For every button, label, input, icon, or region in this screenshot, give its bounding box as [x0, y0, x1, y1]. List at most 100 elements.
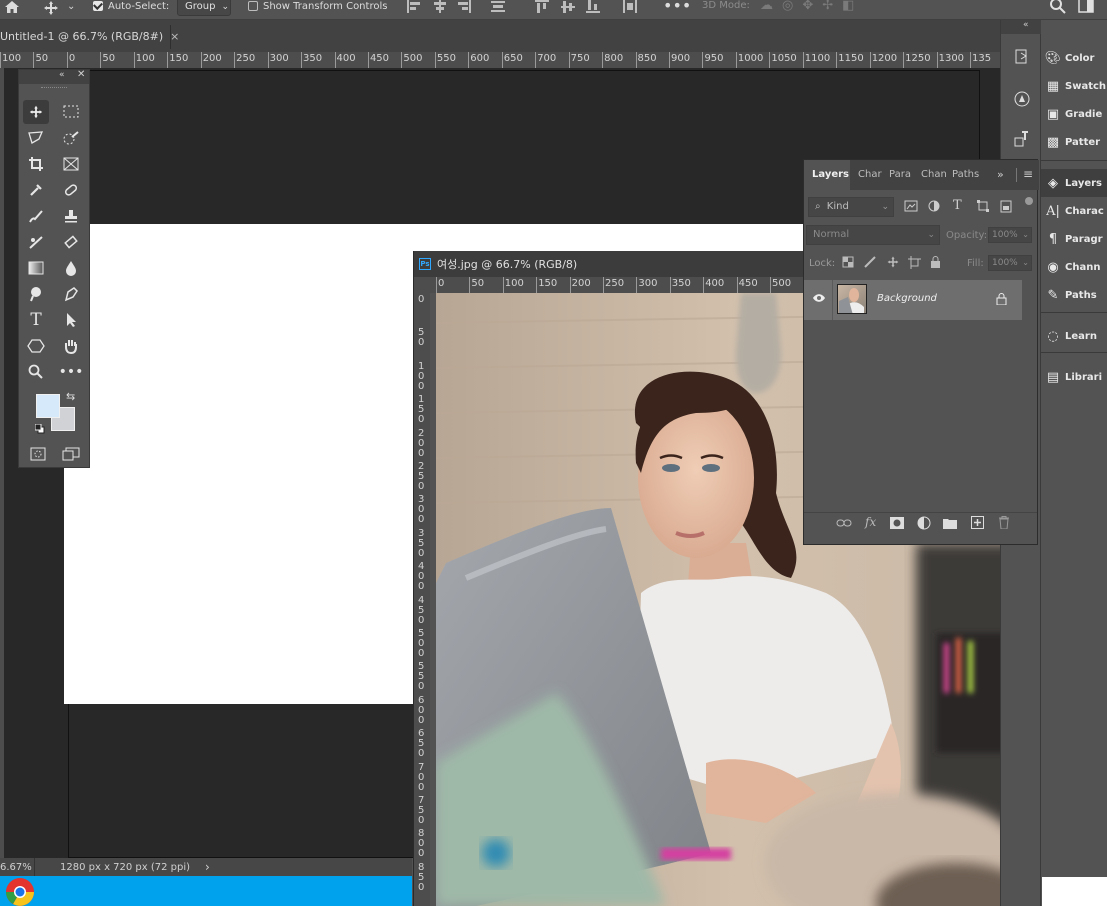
- dock-item-libraries[interactable]: ▤ Librari: [1041, 363, 1107, 391]
- lock-position-icon[interactable]: [886, 255, 900, 272]
- grip-handle[interactable]: [41, 87, 67, 89]
- align-right-icon[interactable]: [456, 0, 472, 17]
- align-middle-icon[interactable]: [561, 0, 577, 17]
- tab-paragraph[interactable]: Para: [889, 160, 917, 190]
- blur-tool-icon[interactable]: [58, 256, 84, 280]
- more-options-icon[interactable]: •••: [663, 0, 691, 15]
- dock-item-learn[interactable]: ◌ Learn: [1041, 322, 1107, 350]
- filter-kind-select[interactable]: ⌕ Kind ⌄: [808, 197, 894, 217]
- tab-paths[interactable]: Paths: [952, 160, 982, 190]
- collapse-icon[interactable]: «: [59, 70, 65, 80]
- align-left-icon[interactable]: [406, 0, 422, 17]
- hand-tool-icon[interactable]: [58, 334, 84, 358]
- shape-tool-icon[interactable]: [23, 334, 49, 358]
- adjustment-layer-icon[interactable]: [917, 516, 931, 533]
- filter-smart-object-icon[interactable]: [1000, 200, 1012, 216]
- frame-tool-icon[interactable]: [58, 152, 84, 176]
- tab-layers[interactable]: Layers: [804, 160, 850, 190]
- new-layer-icon[interactable]: [971, 516, 984, 532]
- lock-pixels-icon[interactable]: [864, 256, 876, 271]
- tools-panel-header[interactable]: « ✕: [19, 69, 89, 84]
- lock-artboard-icon[interactable]: [908, 256, 921, 272]
- dock-item-paragraph[interactable]: ¶ Paragr: [1041, 225, 1107, 253]
- quick-mask-icon[interactable]: [25, 442, 51, 466]
- properties-icon[interactable]: [1013, 130, 1031, 151]
- zoom-tool-icon[interactable]: [23, 360, 49, 384]
- align-bottom-icon[interactable]: [586, 0, 602, 17]
- edit-toolbar-icon[interactable]: •••: [58, 360, 84, 384]
- distribute-icon[interactable]: [490, 0, 506, 17]
- search-icon[interactable]: [1050, 0, 1066, 17]
- blend-mode-select[interactable]: Normal ⌄: [806, 225, 940, 245]
- lock-icon[interactable]: [996, 293, 1007, 308]
- move-tool-icon[interactable]: [23, 100, 49, 124]
- marquee-tool-icon[interactable]: [58, 100, 84, 124]
- crop-tool-icon[interactable]: [23, 152, 49, 176]
- close-icon[interactable]: ×: [170, 25, 179, 49]
- auto-select-checkbox[interactable]: Auto-Select:: [93, 0, 169, 12]
- filter-adjustment-icon[interactable]: [928, 200, 940, 215]
- status-arrow-icon[interactable]: ›: [205, 860, 210, 874]
- dock-item-gradients[interactable]: ▣ Gradie: [1041, 100, 1107, 128]
- fx-icon[interactable]: fx: [865, 515, 876, 529]
- history-brush-icon[interactable]: [23, 230, 49, 254]
- dock-header[interactable]: «: [1001, 20, 1041, 34]
- pen-tool-icon[interactable]: [58, 282, 84, 306]
- healing-brush-icon[interactable]: [58, 178, 84, 202]
- link-layers-icon[interactable]: [836, 518, 852, 531]
- lock-transparent-icon[interactable]: [842, 256, 854, 271]
- tab-channels[interactable]: Chan: [921, 160, 949, 190]
- tab-character[interactable]: Char: [858, 160, 886, 190]
- filter-toggle-icon[interactable]: [1025, 197, 1033, 205]
- lock-all-icon[interactable]: [930, 256, 941, 271]
- collapse-icon[interactable]: «: [1023, 20, 1029, 30]
- checkbox-unchecked-icon[interactable]: [248, 1, 258, 11]
- fill-field[interactable]: 100% ⌄: [988, 255, 1032, 271]
- screen-mode-icon[interactable]: [58, 442, 84, 466]
- foreground-color-swatch[interactable]: [36, 394, 60, 418]
- more-tabs-icon[interactable]: »: [997, 168, 1004, 181]
- show-transform-checkbox[interactable]: Show Transform Controls: [248, 0, 387, 12]
- close-icon[interactable]: ✕: [77, 69, 85, 80]
- panel-menu-icon[interactable]: ≡: [1023, 167, 1033, 181]
- layers-scroll-area[interactable]: [1022, 280, 1037, 510]
- align-top-icon[interactable]: [535, 0, 551, 17]
- lasso-tool-icon[interactable]: [23, 126, 49, 150]
- zoom-level[interactable]: 6.67%: [0, 862, 32, 873]
- actions-icon[interactable]: [1013, 90, 1031, 111]
- filter-pixel-icon[interactable]: [904, 200, 918, 215]
- eyedropper-icon[interactable]: [23, 178, 49, 202]
- move-tool-icon[interactable]: [42, 0, 60, 16]
- type-tool-icon[interactable]: T: [23, 308, 49, 332]
- swap-colors-icon[interactable]: ⇆: [66, 390, 75, 403]
- eraser-tool-icon[interactable]: [58, 230, 84, 254]
- opacity-field[interactable]: 100% ⌄: [988, 227, 1032, 243]
- visibility-eye-icon[interactable]: [812, 293, 826, 306]
- default-colors-icon[interactable]: [34, 423, 45, 437]
- dock-item-patterns[interactable]: ▩ Patter: [1041, 128, 1107, 156]
- layer-row-background[interactable]: Background: [804, 280, 1022, 320]
- history-icon[interactable]: [1013, 48, 1031, 69]
- dock-item-channels[interactable]: ◉ Chann: [1041, 253, 1107, 281]
- workspace-icon[interactable]: [1078, 0, 1094, 17]
- dock-item-color[interactable]: 🎨︎ Color: [1041, 44, 1107, 72]
- checkbox-checked-icon[interactable]: [93, 1, 103, 11]
- add-mask-icon[interactable]: [890, 517, 904, 532]
- delete-layer-icon[interactable]: [998, 516, 1010, 532]
- dock-item-swatches[interactable]: ▦ Swatch: [1041, 72, 1107, 100]
- align-center-icon[interactable]: [432, 0, 448, 17]
- layer-name[interactable]: Background: [877, 293, 937, 304]
- stamp-tool-icon[interactable]: [58, 204, 84, 228]
- group-select[interactable]: Group ⌄: [177, 0, 231, 16]
- gradient-tool-icon[interactable]: [23, 256, 49, 280]
- document-tab[interactable]: Untitled-1 @ 66.7% (RGB/8#) ×: [0, 25, 179, 49]
- chevron-down-icon[interactable]: ⌄: [67, 0, 75, 16]
- brush-tool-icon[interactable]: [23, 204, 49, 228]
- home-icon[interactable]: [4, 0, 20, 16]
- dodge-tool-icon[interactable]: [23, 282, 49, 306]
- dock-item-paths[interactable]: ✎ Paths: [1041, 281, 1107, 309]
- new-group-icon[interactable]: [943, 517, 957, 532]
- chrome-icon[interactable]: [4, 878, 42, 906]
- distribute-h-icon[interactable]: [622, 0, 638, 17]
- dock-item-character[interactable]: A| Charac: [1041, 197, 1107, 225]
